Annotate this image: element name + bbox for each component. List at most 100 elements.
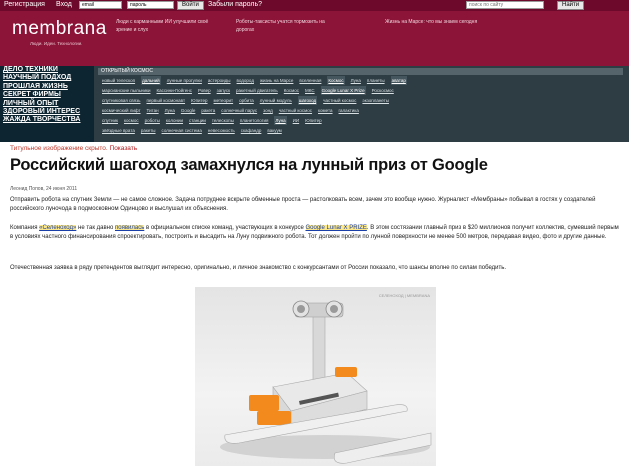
- tag-link[interactable]: планеты: [367, 76, 385, 85]
- tag-link[interactable]: частный космос: [323, 96, 356, 105]
- tag-link[interactable]: Титан: [147, 106, 159, 115]
- tag-link[interactable]: жизнь на Марсе: [260, 76, 293, 85]
- tag-row: космический лифт Титан Луна Google ракет…: [102, 106, 622, 115]
- tag-link[interactable]: Луна: [351, 76, 361, 85]
- category-link[interactable]: ЖАЖДА ТВОРЧЕСТВА: [3, 116, 94, 124]
- tag-link[interactable]: спутник: [102, 116, 118, 125]
- tag-link[interactable]: зонд: [263, 106, 273, 115]
- category-link[interactable]: СЕКРЕТ ФИРМЫ: [3, 91, 94, 99]
- tag-link[interactable]: телескопы: [212, 116, 234, 125]
- tag-row: новый телескоп дальний лунные прогулки а…: [102, 76, 622, 85]
- hidden-image-note: Титульное изображение скрыто. Показать: [10, 145, 137, 152]
- tag-cloud-header: ОТКРЫТЫЙ КОСМОС: [98, 68, 623, 75]
- tag-link[interactable]: метеорит: [214, 96, 234, 105]
- tag-link[interactable]: лунные прогулки: [167, 76, 202, 85]
- site-tagline: Люди. Идеи. Технологии.: [30, 41, 83, 46]
- tag-link[interactable]: скафандр: [241, 126, 262, 135]
- tag-row: марсианские пыльники Кассини-Гюйгенс Ров…: [102, 86, 622, 95]
- tag-link[interactable]: Луна: [274, 116, 287, 125]
- rover-photo: СЕЛЕНОХОД | MEMBRANA: [195, 287, 436, 466]
- lunar-prize-link[interactable]: Google Lunar X PRIZE: [305, 225, 367, 231]
- tag-row: звёздные врата ракеты солнечная система …: [102, 126, 622, 135]
- header-news-3[interactable]: Жизнь на Марсе: что мы знаем сегодня: [385, 18, 495, 26]
- photo-credit: СЕЛЕНОХОД | MEMBRANA: [378, 293, 430, 298]
- tag-link[interactable]: комета: [318, 106, 332, 115]
- tag-link[interactable]: первый космонавт: [146, 96, 185, 105]
- category-link[interactable]: ЛИЧНЫЙ ОПЫТ: [3, 100, 94, 108]
- tag-link[interactable]: колонии: [166, 116, 183, 125]
- tag-link[interactable]: ракетный двигатель: [236, 86, 278, 95]
- tag-link[interactable]: запуск: [217, 86, 230, 95]
- page: Регистрация Вход Войти Забыли пароль? На…: [0, 0, 629, 466]
- tag-link[interactable]: Космос: [327, 76, 345, 85]
- header-news-1[interactable]: Люди с карманными ИИ улучшили своё зрени…: [116, 18, 216, 34]
- rover-illustration: [220, 300, 432, 464]
- category-nav: ДЕЛО ТЕХНИКИ НАУЧНЫЙ ПОДХОД ПРОШЛАЯ ЖИЗН…: [0, 66, 94, 142]
- login-label: Вход: [56, 1, 72, 8]
- login-bar: Регистрация Вход Войти Забыли пароль? На…: [0, 0, 629, 11]
- appeared-link[interactable]: появилась: [114, 225, 145, 231]
- tag-link[interactable]: экзопланеты: [362, 96, 389, 105]
- tag-link[interactable]: звёздные врата: [102, 126, 135, 135]
- register-link[interactable]: Регистрация: [4, 1, 45, 8]
- tag-link[interactable]: дальний: [141, 76, 161, 85]
- tag-link[interactable]: солнечный парус: [221, 106, 257, 115]
- paragraph-text: не так давно: [76, 225, 115, 231]
- login-submit-button[interactable]: Войти: [177, 1, 204, 10]
- tag-link[interactable]: Google Lunar X Prize: [320, 86, 366, 95]
- tag-link[interactable]: Космос: [284, 86, 299, 95]
- tag-link[interactable]: шагоход: [297, 96, 318, 105]
- forgot-password-link[interactable]: Забыли пароль?: [208, 1, 262, 8]
- tag-link[interactable]: роботы: [145, 116, 160, 125]
- tag-cloud: ОТКРЫТЫЙ КОСМОС новый телескоп дальний л…: [94, 66, 629, 142]
- tag-link[interactable]: новый телескоп: [102, 76, 135, 85]
- password-field[interactable]: [127, 1, 174, 9]
- tag-link[interactable]: галактика: [339, 106, 359, 115]
- tag-link[interactable]: ракета: [201, 106, 215, 115]
- tag-link[interactable]: Юпитер: [191, 96, 208, 105]
- tag-link[interactable]: солнечная система: [162, 126, 202, 135]
- tag-link[interactable]: ракеты: [141, 126, 156, 135]
- tag-link[interactable]: Ровер: [198, 86, 211, 95]
- tag-link[interactable]: невесомость: [208, 126, 235, 135]
- article-paragraph: Компания «Селеноход» не так давно появил…: [10, 224, 622, 242]
- tag-link[interactable]: Роскосмос: [372, 86, 394, 95]
- search-input[interactable]: [466, 1, 544, 9]
- site-header: membrana Люди. Идеи. Технологии. Люди с …: [0, 11, 629, 66]
- category-link[interactable]: ПРОШЛАЯ ЖИЗНЬ: [3, 83, 94, 91]
- article-byline: Леонид Попов, 24 июня 2011: [10, 186, 78, 192]
- search-button[interactable]: Найти: [557, 1, 585, 10]
- tag-link[interactable]: МКС: [305, 86, 315, 95]
- paragraph-text: Компания: [10, 225, 40, 231]
- tag-link[interactable]: Google: [181, 106, 196, 115]
- category-link[interactable]: НАУЧНЫЙ ПОДХОД: [3, 74, 94, 82]
- header-news-2[interactable]: Роботы-таксисты учатся тормозить на доро…: [236, 18, 336, 34]
- article-paragraph: Отечественная заявка в ряду претендентов…: [10, 265, 507, 271]
- tag-link[interactable]: космос: [124, 116, 139, 125]
- tag-link[interactable]: вакуум: [267, 126, 281, 135]
- tag-link[interactable]: Кассини-Гюйгенс: [156, 86, 192, 95]
- tag-link[interactable]: станции: [189, 116, 206, 125]
- site-logo[interactable]: membrana: [12, 18, 107, 40]
- tag-link[interactable]: космический лифт: [102, 106, 141, 115]
- tag-link[interactable]: аватар: [390, 76, 407, 85]
- category-link[interactable]: ЗДОРОВЫЙ ИНТЕРЕС: [3, 108, 94, 116]
- tag-link[interactable]: вселенная: [299, 76, 321, 85]
- tag-link[interactable]: водород: [237, 76, 254, 85]
- tag-link[interactable]: спутниковая связь: [102, 96, 140, 105]
- tag-link[interactable]: ИИ: [293, 116, 299, 125]
- tag-link[interactable]: орбита: [239, 96, 254, 105]
- article-title: Российский шагоход замахнулся на лунный …: [10, 156, 488, 174]
- tag-row: спутник космос роботы колонии станции те…: [102, 116, 622, 125]
- tag-link[interactable]: частный космос: [279, 106, 312, 115]
- tag-link[interactable]: Юпитер: [305, 116, 322, 125]
- show-image-link[interactable]: Показать: [110, 145, 138, 152]
- tag-link[interactable]: Луна: [165, 106, 175, 115]
- tag-link[interactable]: лунный модуль: [260, 96, 292, 105]
- tag-link[interactable]: планетология: [240, 116, 269, 125]
- tag-link[interactable]: астероиды: [208, 76, 231, 85]
- seleno-link[interactable]: «Селеноход»: [39, 225, 77, 231]
- tag-link[interactable]: марсианские пыльники: [102, 86, 150, 95]
- email-field[interactable]: [79, 1, 122, 9]
- tag-row: спутниковая связь первый космонавт Юпите…: [102, 96, 622, 105]
